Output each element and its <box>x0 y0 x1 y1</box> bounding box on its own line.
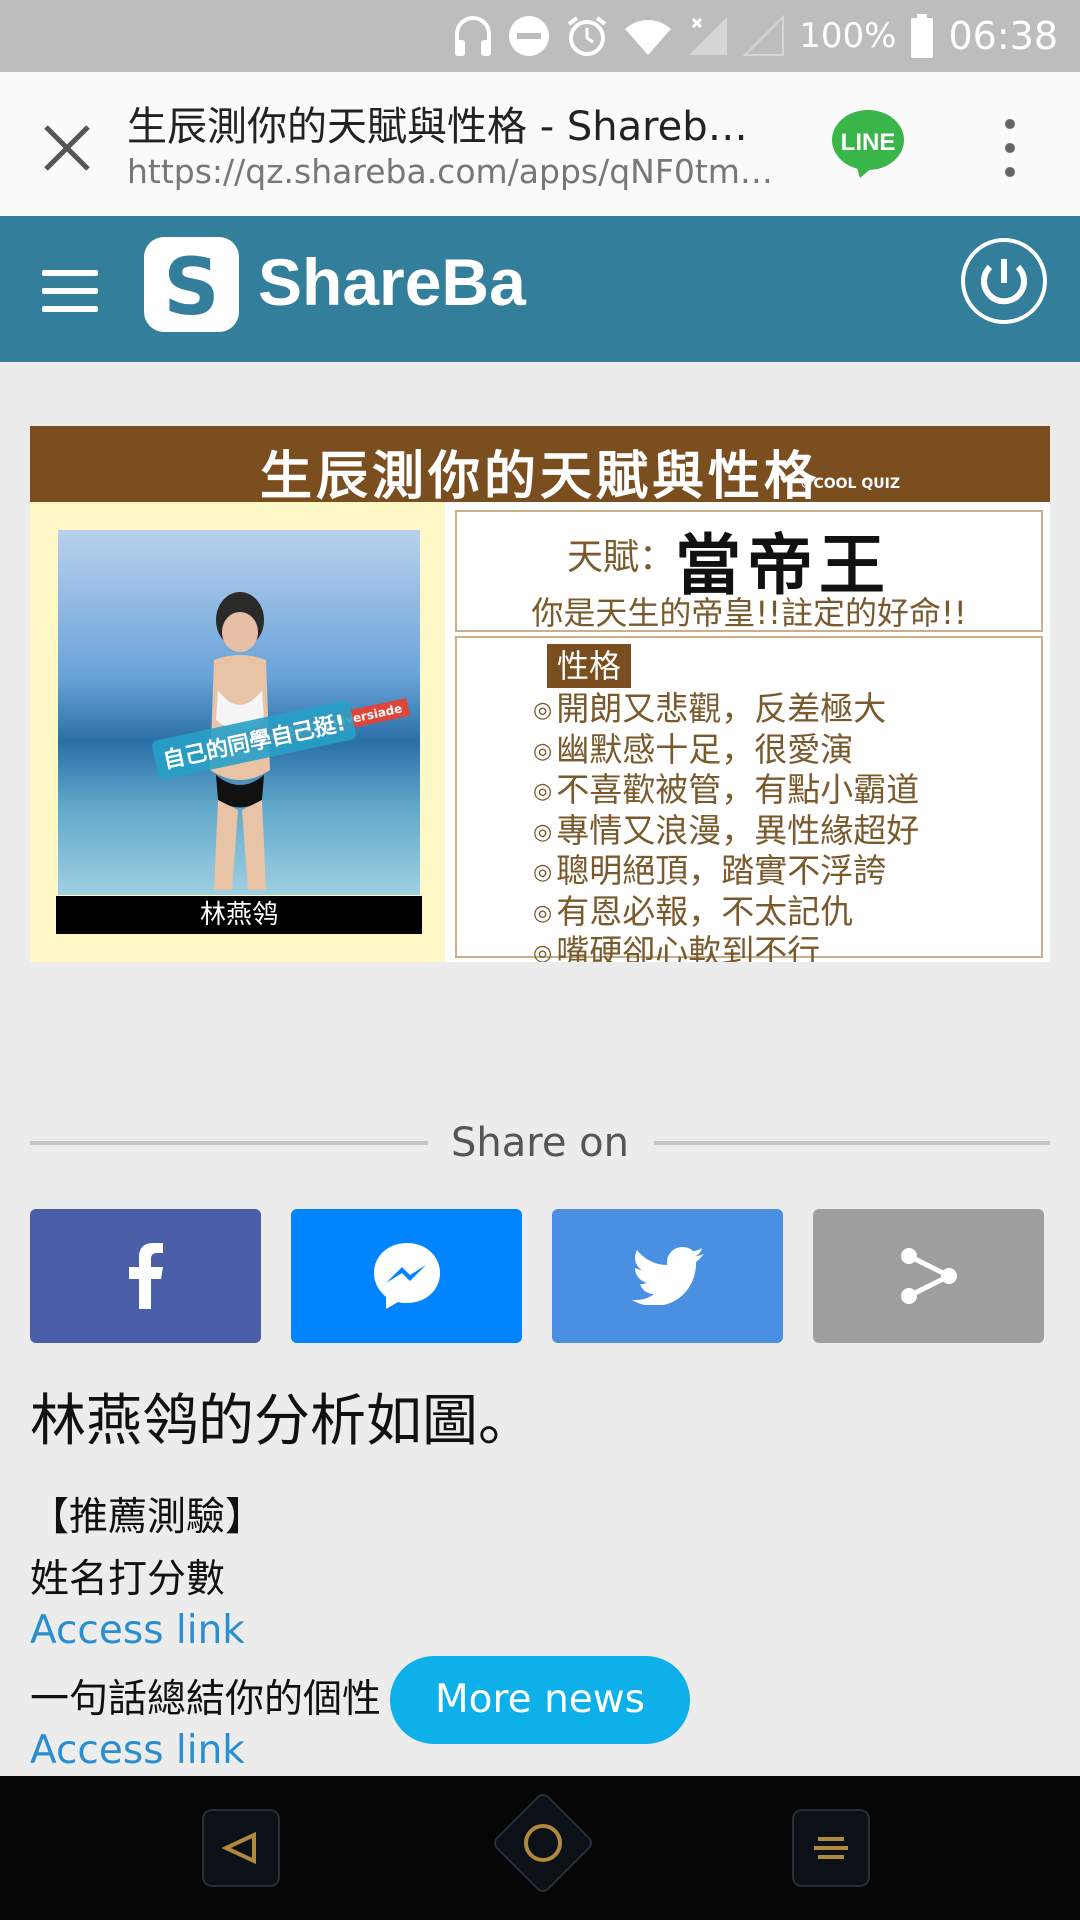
facebook-share-button[interactable] <box>30 1209 261 1343</box>
personality-heading: 性格 <box>547 644 632 688</box>
do-not-disturb-icon <box>509 16 550 56</box>
headphones-icon <box>455 16 492 56</box>
recommend-item-1: 姓名打分數 <box>30 1557 226 1602</box>
battery-icon <box>911 14 934 58</box>
personality-box: 性格 開朗又悲觀，反差極大 幽默感十足，很愛演 不喜歡被管，有點小霸道 專情又浪… <box>455 636 1043 962</box>
logo-text[interactable]: ShareBa <box>258 244 526 320</box>
home-icon <box>524 1824 562 1862</box>
share-divider: Share on <box>30 1118 1050 1166</box>
trait-item: 不喜歡被管，有點小霸道 <box>533 770 919 812</box>
share-label: Share on <box>451 1120 629 1166</box>
page-url: https://qz.shareba.com/apps/qNF0tmG… <box>127 152 797 191</box>
result-banner: 生辰測你的天賦與性格 ©COOL QUIZ <box>30 426 1050 507</box>
facebook-icon <box>128 1243 163 1309</box>
messenger-icon <box>373 1243 440 1309</box>
logo-mark[interactable]: S <box>144 237 239 333</box>
home-button[interactable] <box>490 1790 596 1896</box>
wifi-icon <box>625 20 672 55</box>
profile-photo: Taipei 2017 Universiade 自己的同學自己挺! <box>58 530 420 895</box>
status-bar: 100% 06:38 <box>0 0 1080 72</box>
battery-percent: 100% <box>799 16 897 56</box>
line-share-icon[interactable]: LINE <box>830 108 906 180</box>
svg-text:LINE: LINE <box>841 129 896 156</box>
talent-label: 天賦： <box>567 537 676 578</box>
recommend-heading: 【推薦測驗】 <box>30 1495 265 1540</box>
twitter-share-button[interactable] <box>552 1209 783 1343</box>
signal-empty-icon <box>743 15 785 56</box>
alarm-icon <box>568 16 607 56</box>
more-news-button[interactable]: More news <box>390 1656 690 1744</box>
menu-icon[interactable] <box>42 270 100 312</box>
photo-panel: Taipei 2017 Universiade 自己的同學自己挺! 林燕鸰 <box>30 502 445 962</box>
trait-item: 開朗又悲觀，反差極大 <box>533 689 919 731</box>
back-button[interactable] <box>202 1809 280 1887</box>
talent-box: 天賦： 當帝王 你是天生的帝皇!!註定的好命!! <box>455 510 1043 632</box>
access-link-1[interactable]: Access link <box>30 1608 245 1653</box>
result-title: 生辰測你的天賦與性格 <box>259 446 820 507</box>
logo-letter: S <box>163 243 220 333</box>
back-icon <box>221 1831 256 1865</box>
more-options-icon[interactable] <box>990 116 1030 180</box>
recent-apps-button[interactable] <box>792 1809 870 1887</box>
status-icons: 100% 06:38 <box>453 0 1058 72</box>
talent-description: 你是天生的帝皇!!註定的好命!! <box>531 594 967 632</box>
photo-caption: 林燕鸰 <box>56 896 422 934</box>
result-image: 生辰測你的天賦與性格 ©COOL QUIZ Taipei 2017 Univer… <box>30 426 1050 962</box>
recommend-item-2: 一句話總結你的個性 <box>30 1677 382 1722</box>
recent-apps-icon <box>814 1837 848 1859</box>
access-link-2[interactable]: Access link <box>30 1728 245 1773</box>
trait-item: 聰明絕頂，踏實不浮誇 <box>533 851 919 893</box>
trait-item: 嘴硬卻心軟到不行 <box>533 932 919 962</box>
close-icon[interactable] <box>36 117 98 179</box>
page-title: 生辰測你的天賦與性格 - Shareba… <box>127 104 767 150</box>
more-share-button[interactable] <box>813 1209 1044 1343</box>
browser-toolbar: 生辰測你的天賦與性格 - Shareba… https://qz.shareba… <box>0 72 1080 217</box>
share-icon <box>900 1248 957 1304</box>
clock: 06:38 <box>948 14 1058 58</box>
result-brand: ©COOL QUIZ <box>799 476 900 492</box>
site-header: S ShareBa <box>0 216 1080 362</box>
navigation-bar <box>0 1776 1080 1920</box>
trait-item: 有恩必報，不太記仇 <box>533 892 919 934</box>
analysis-text: 林燕鸰的分析如圖。 <box>30 1389 534 1454</box>
messenger-share-button[interactable] <box>291 1209 522 1343</box>
twitter-icon <box>631 1247 704 1305</box>
trait-item: 專情又浪漫，異性緣超好 <box>533 811 919 853</box>
trait-list: 開朗又悲觀，反差極大 幽默感十足，很愛演 不喜歡被管，有點小霸道 專情又浪漫，異… <box>533 689 919 962</box>
trait-item: 幽默感十足，很愛演 <box>533 730 919 772</box>
power-icon[interactable] <box>960 237 1048 325</box>
signal-icon <box>689 17 728 55</box>
